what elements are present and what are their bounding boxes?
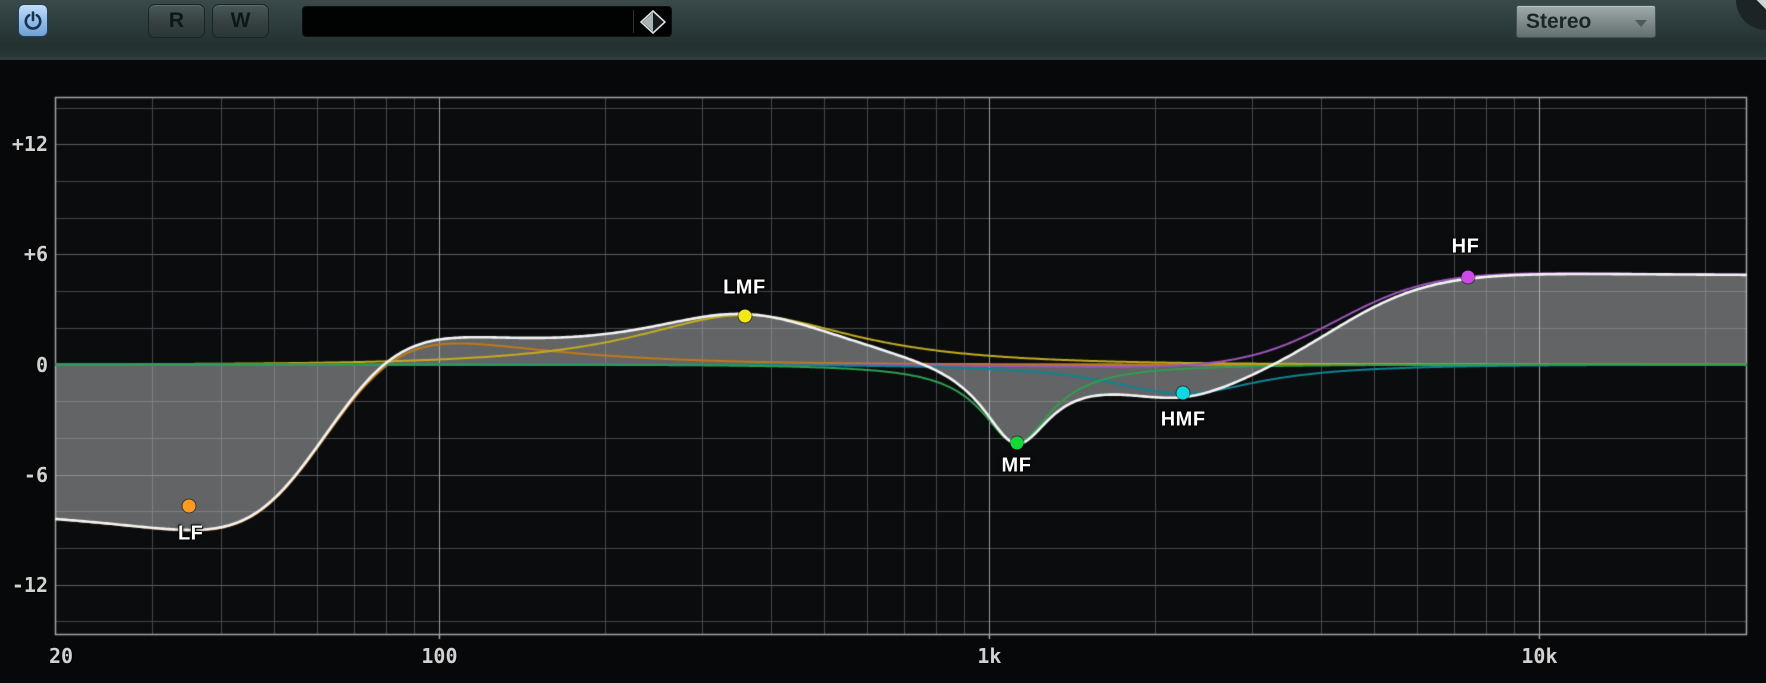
preset-field[interactable] — [302, 6, 672, 37]
x-axis-tick-100: 100 — [421, 644, 457, 668]
eq-band-label-mf: MF — [1002, 455, 1032, 478]
automation-read-button[interactable]: R — [148, 4, 205, 38]
preset-browse-icon[interactable] — [639, 9, 667, 35]
x-axis-tick-10k: 10k — [1521, 644, 1557, 668]
eq-curve-display[interactable] — [0, 0, 1766, 683]
eq-band-handle-mf[interactable] — [1010, 437, 1023, 450]
power-icon — [23, 11, 43, 31]
eq-band-handle-hf[interactable] — [1461, 271, 1474, 284]
eq-band-handle-lf[interactable] — [182, 499, 195, 512]
chevron-down-icon — [1635, 20, 1647, 27]
channel-mode-value: Stereo — [1526, 10, 1591, 33]
eq-plugin-window: +12 +6 0 -6 -12 20 100 1k 10k LF LMF HF HMF MF R W St… — [0, 0, 1766, 683]
eq-band-label-lf: LF — [178, 522, 203, 545]
eq-band-label-lmf: LMF — [723, 276, 766, 299]
eq-display-area: +12 +6 0 -6 -12 20 100 1k 10k LF LMF HF HMF MF — [0, 0, 1766, 683]
y-axis-tick--12: -12 — [12, 573, 48, 597]
y-axis-tick-+12: +12 — [12, 132, 48, 156]
y-axis-tick-0: 0 — [36, 353, 48, 377]
x-axis-tick-20: 20 — [49, 644, 73, 668]
automation-write-button[interactable]: W — [212, 4, 269, 38]
eq-band-handle-hmf[interactable] — [1177, 386, 1190, 399]
y-axis-tick-+6: +6 — [24, 242, 48, 266]
eq-band-label-hmf: HMF — [1161, 408, 1206, 431]
preset-divider — [633, 10, 634, 33]
eq-band-label-hf: HF — [1452, 236, 1480, 259]
y-axis-tick--6: -6 — [24, 463, 48, 487]
eq-band-handle-lmf[interactable] — [739, 309, 752, 322]
x-axis-tick-1k: 1k — [977, 644, 1001, 668]
power-button[interactable] — [18, 4, 48, 37]
toolbar-edge — [0, 57, 1766, 61]
channel-mode-select[interactable]: Stereo — [1516, 5, 1656, 38]
plugin-toolbar: R W Stereo — [0, 0, 1766, 58]
